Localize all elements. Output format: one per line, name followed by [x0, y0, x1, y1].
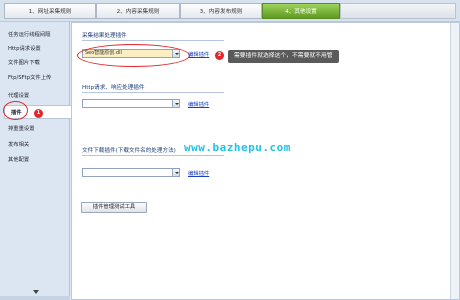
- sidebar-bottom-bar: [0, 296, 70, 300]
- section-divider: [82, 40, 224, 41]
- annotation-tooltip: 需要插件就选择这个，不需要就不用管: [228, 50, 339, 63]
- http-plugin-title: Http请求、响应处理插件: [82, 85, 145, 91]
- sidebar-item-dedup[interactable]: 排重重设置: [2, 122, 68, 136]
- edit-http-plugin-link[interactable]: 编辑插件: [188, 100, 209, 108]
- settings-sidebar: 任务运行线程间隔 Http请求设置 文件图片下载 Ftp/SFtp文件上传 代理…: [0, 22, 71, 300]
- download-plugin-title: 文件下载插件(下载文件名的处理方法): [82, 148, 176, 154]
- steps-filler: [340, 3, 456, 19]
- site-watermark: www.bazhepu.com: [184, 141, 291, 154]
- step-content-rules[interactable]: 2、内容采集规则: [96, 3, 180, 19]
- step-other-settings[interactable]: 4、其他设置: [262, 3, 340, 19]
- step-url-rules[interactable]: 1、网址采集规则: [4, 3, 96, 19]
- sidebar-item-http-settings[interactable]: Http请求设置: [2, 42, 68, 56]
- panel-scrollbar[interactable]: [450, 23, 459, 299]
- sidebar-item-ftp-upload[interactable]: Ftp/SFtp文件上传: [2, 71, 68, 85]
- download-plugin-select[interactable]: [82, 168, 180, 177]
- sidebar-highlight-ellipse: [3, 101, 28, 120]
- step-badge-2: 2: [215, 51, 224, 60]
- plugin-test-tool-button[interactable]: 插件管理测试工具: [81, 202, 147, 213]
- step-publish-rules[interactable]: 3、内容发布规则: [180, 3, 262, 19]
- http-plugin-select[interactable]: [82, 99, 180, 108]
- section-divider: [82, 92, 224, 93]
- chevron-down-icon[interactable]: [172, 100, 179, 107]
- highlight-ellipse: [77, 44, 190, 67]
- edit-download-plugin-link[interactable]: 编辑插件: [188, 169, 209, 177]
- sidebar-scroll-down-icon[interactable]: [33, 290, 39, 294]
- section-divider: [82, 155, 224, 156]
- wizard-steps: 1、网址采集规则 2、内容采集规则 3、内容发布规则 4、其他设置: [0, 0, 460, 22]
- sidebar-item-other-config[interactable]: 其他配置: [2, 153, 68, 167]
- sidebar-item-thread-interval[interactable]: 任务运行线程间隔: [2, 28, 68, 42]
- sidebar-item-publish[interactable]: 发布相关: [2, 138, 68, 152]
- step-badge-1: 1: [34, 109, 43, 118]
- result-plugin-title: 采集结果处理插件: [82, 33, 127, 39]
- chevron-down-icon[interactable]: [172, 169, 179, 176]
- sidebar-item-file-download[interactable]: 文件图片下载: [2, 56, 68, 70]
- edit-result-plugin-link[interactable]: 编辑插件: [188, 50, 209, 58]
